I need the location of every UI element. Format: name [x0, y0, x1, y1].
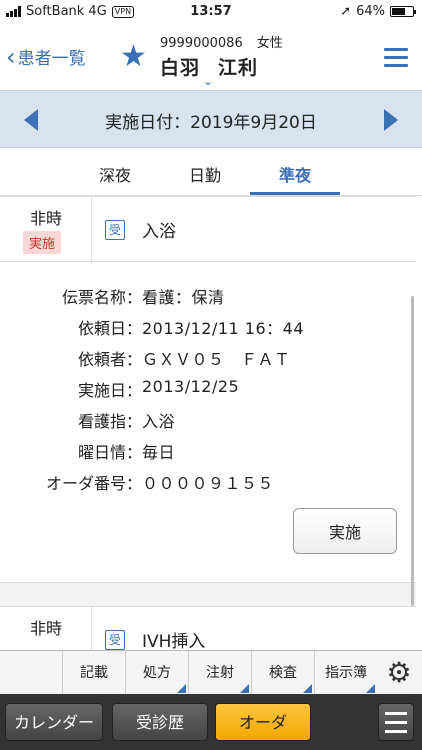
detail-value: 看護：保清 [142, 288, 225, 307]
tool-label: 指示簿 [325, 665, 367, 681]
calendar-button[interactable]: カレンダー [5, 703, 103, 741]
patient-sex: 女性 [256, 36, 283, 51]
scrollbar[interactable] [411, 296, 414, 606]
tool-label: 検査 [269, 665, 297, 681]
submenu-indicator-icon [240, 684, 249, 693]
record-button[interactable]: 記載 [62, 651, 125, 695]
order-time: 非時 [29, 209, 62, 228]
submenu-indicator-icon [366, 684, 375, 693]
execute-button[interactable]: 実施 [293, 508, 397, 554]
gear-icon[interactable]: ⚙ [384, 658, 414, 688]
patient-given-name: 江利 [218, 57, 259, 79]
battery-icon [390, 6, 416, 17]
received-icon: 受 [105, 630, 125, 650]
patient-info[interactable]: 9999000086 女性 白羽 江利 [160, 32, 297, 80]
order-list[interactable]: 非時 実施 受 入浴 伝票名称：看護：保清 依頼日： 2013/12/11 16：… [0, 196, 416, 650]
order-item-header[interactable]: 非時 実施 受 入浴 [0, 196, 416, 262]
order-button[interactable]: オーダ [215, 703, 311, 741]
prescription-button[interactable]: 処方 [125, 651, 188, 695]
detail-row: 看護指：入浴 [0, 408, 416, 432]
detail-value: ００００９１５５ [142, 474, 275, 493]
detail-value: ＧＸＶ０５ ＦＡＴ [142, 350, 291, 369]
chevron-down-icon[interactable]: ⌄ [203, 74, 213, 88]
star-icon[interactable]: ★ [120, 39, 147, 74]
tool-label: 注射 [206, 665, 234, 681]
execution-date: 実施日付：2019年9月20日 [105, 113, 317, 133]
battery-percent: 64% [356, 4, 385, 19]
function-toolbar: 記載 処方 注射 検査 指示簿 ⚙ [0, 650, 422, 695]
patient-header: ‹ 患者一覧 ★ 9999000086 女性 白羽 江利 ⌄ [0, 24, 422, 90]
menu-button[interactable] [384, 48, 408, 72]
detail-label: 依頼日 [77, 319, 126, 338]
list-divider [0, 582, 416, 606]
instruction-book-button[interactable]: 指示簿 [314, 651, 377, 695]
back-button[interactable]: ‹ 患者一覧 [6, 42, 86, 71]
order-title: 入浴 [142, 222, 176, 242]
order-title: IVH挿入 [142, 632, 206, 650]
tab-late-night[interactable]: 深夜 [70, 162, 160, 186]
next-date-button[interactable] [384, 109, 398, 131]
location-icon: ➚ [340, 4, 352, 19]
injection-button[interactable]: 注射 [188, 651, 251, 695]
tab-day-shift[interactable]: 日勤 [160, 162, 250, 186]
patient-id: 9999000086 [160, 36, 243, 51]
received-icon: 受 [105, 220, 125, 240]
submenu-indicator-icon [177, 684, 186, 693]
hamburger-icon [385, 712, 407, 715]
battery-fill [392, 8, 405, 15]
tool-label: 記載 [80, 665, 108, 681]
detail-value: 入浴 [142, 412, 176, 431]
detail-value: 2013/12/11 16：44 [142, 319, 305, 338]
examination-button[interactable]: 検査 [251, 651, 314, 695]
detail-row: 依頼日： 2013/12/11 16：44 [0, 315, 416, 339]
detail-label: オーダ番号 [45, 474, 126, 493]
shift-tabs: 深夜 日勤 準夜 [0, 150, 422, 196]
tab-evening-shift[interactable]: 準夜 [250, 162, 340, 186]
detail-row: オーダ番号： ００００９１５５ [0, 470, 416, 494]
order-time-column: 非時 実施 [0, 197, 92, 261]
detail-label: 伝票名称 [61, 288, 126, 307]
patient-family-name: 白羽 [160, 57, 201, 79]
main-menu-button[interactable] [378, 703, 414, 741]
tool-label: 処方 [143, 665, 171, 681]
detail-label: 依頼者 [77, 350, 126, 369]
active-tab-indicator [250, 192, 340, 195]
hamburger-icon [384, 48, 408, 51]
detail-value: 2013/12/25 [142, 377, 240, 396]
order-time: 非時 [29, 619, 62, 638]
detail-label: 看護指 [77, 412, 126, 431]
date-bar: 実施日付：2019年9月20日 [0, 90, 422, 148]
order-item-header[interactable]: 非時 受 IVH挿入 [0, 606, 416, 650]
order-time-column: 非時 [0, 607, 92, 650]
visit-history-button[interactable]: 受診歴 [112, 703, 208, 741]
detail-label: 実施日 [77, 381, 126, 400]
back-label: 患者一覧 [17, 49, 86, 69]
detail-row: 曜日情：毎日 [0, 439, 416, 463]
detail-value: 毎日 [142, 443, 176, 462]
submenu-indicator-icon [303, 684, 312, 693]
bottom-nav: カレンダー 受診歴 オーダ [0, 694, 422, 750]
status-bar: SoftBank 4G VPN 13:57 ➚ 64% [0, 0, 422, 24]
status-right: ➚ 64% [340, 4, 416, 19]
chevron-left-icon: ‹ [6, 42, 16, 71]
detail-row: 実施日： 2013/12/25 [77, 377, 240, 400]
detail-row: 伝票名称：看護：保清 [0, 284, 416, 308]
detail-row: 依頼者： ＧＸＶ０５ ＦＡＴ [0, 346, 416, 370]
detail-label: 曜日情 [77, 443, 126, 462]
status-badge: 実施 [23, 231, 62, 254]
